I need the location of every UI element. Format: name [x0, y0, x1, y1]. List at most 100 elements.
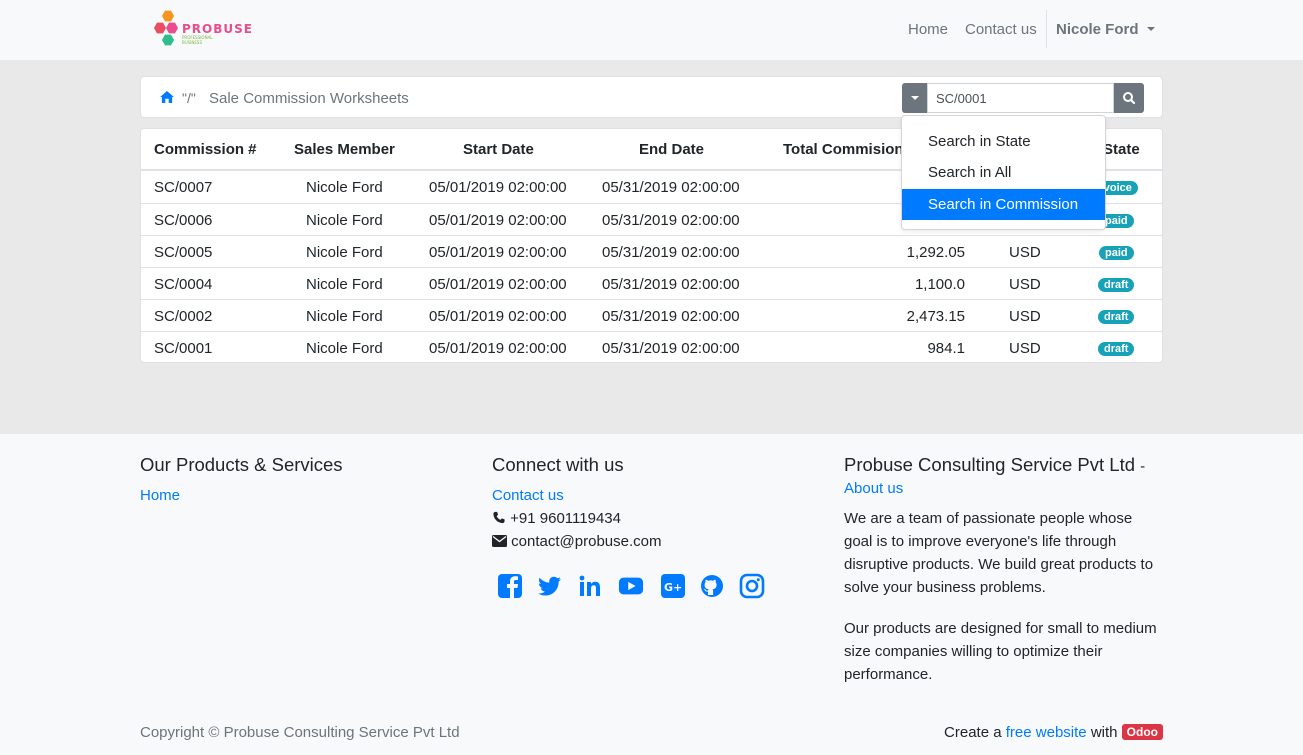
probuse-logo[interactable]: PROBUSE PROFESSIONAL BUSINESS: [152, 8, 252, 50]
create-website-credit: Create a free website with Odoo: [944, 724, 1163, 741]
start-date: 05/01/2019 02:00:00: [429, 308, 567, 325]
header-start-date: Start Date: [463, 141, 534, 158]
footer-email: contact@probuse.com: [492, 530, 661, 553]
odoo-badge[interactable]: Odoo: [1121, 724, 1163, 740]
svg-text:G+: G+: [664, 581, 682, 594]
header-state: State: [1103, 141, 1140, 158]
phone-number: +91 9601119434: [510, 510, 621, 527]
commission-link[interactable]: SC/0002: [154, 308, 212, 325]
search-options-toggle[interactable]: [902, 83, 927, 113]
menu-item-search-state[interactable]: Search in State: [902, 126, 1105, 157]
logo-hex-green: [162, 34, 174, 46]
footer-phone: +91 9601119434: [492, 507, 621, 530]
end-date: 05/31/2019 02:00:00: [602, 179, 740, 196]
start-date: 05/01/2019 02:00:00: [429, 244, 567, 261]
total-commission: 2,473.15: [906, 308, 965, 325]
start-date: 05/01/2019 02:00:00: [429, 340, 567, 357]
total-commission: 984.1: [927, 340, 965, 357]
breadcrumb-separator: "/": [182, 90, 196, 106]
total-commission: 1,292.05: [906, 244, 965, 261]
search-options-menu: Search in State Search in All Search in …: [901, 115, 1106, 230]
create-prefix: Create a: [944, 724, 1002, 741]
logo-hex-pink: [166, 22, 178, 34]
table-row: SC/0002 Nicole Ford 05/01/2019 02:00:00 …: [141, 299, 1162, 331]
commission-link[interactable]: SC/0001: [154, 340, 212, 357]
sales-member: Nicole Ford: [306, 244, 383, 261]
github-icon[interactable]: [699, 573, 725, 599]
start-date: 05/01/2019 02:00:00: [429, 179, 567, 196]
menu-item-search-all[interactable]: Search in All: [902, 157, 1105, 188]
commission-link[interactable]: SC/0006: [154, 212, 212, 229]
nav-home-link[interactable]: Home: [908, 21, 948, 38]
status-badge: draft: [1098, 278, 1135, 292]
instagram-icon[interactable]: [739, 573, 765, 599]
breadcrumb-bar: "/" Sale Commission Worksheets: [140, 76, 1163, 118]
copyright-text: Copyright © Probuse Consulting Service P…: [140, 724, 460, 741]
total-commission: 1,100.0: [914, 276, 965, 293]
sales-member: Nicole Ford: [306, 179, 383, 196]
header-end-date: End Date: [639, 141, 705, 158]
caret-down-icon: [911, 96, 919, 100]
menu-item-search-commission[interactable]: Search in Commission: [902, 189, 1105, 220]
search-icon: [1123, 92, 1136, 105]
free-website-link[interactable]: free website: [1006, 724, 1087, 741]
logo-tagline: PROFESSIONAL BUSINESS: [182, 35, 213, 45]
header-total-commission: Total Commision: [783, 141, 904, 158]
email-address: contact@probuse.com: [511, 533, 662, 550]
youtube-icon[interactable]: [618, 573, 644, 599]
status-badge: paid: [1099, 246, 1134, 260]
commission-link[interactable]: SC/0007: [154, 179, 212, 196]
user-menu-toggle[interactable]: Nicole Ford: [1056, 21, 1155, 38]
commission-link[interactable]: SC/0004: [154, 276, 212, 293]
table-row: SC/0005 Nicole Ford 05/01/2019 02:00:00 …: [141, 235, 1162, 267]
envelope-icon: [492, 535, 507, 547]
header-sales-member: Sales Member: [294, 141, 395, 158]
end-date: 05/31/2019 02:00:00: [602, 212, 740, 229]
end-date: 05/31/2019 02:00:00: [602, 308, 740, 325]
footer-about-title: Probuse Consulting Service Pvt Ltd: [844, 454, 1136, 475]
footer-contact-link[interactable]: Contact us: [492, 487, 564, 504]
sales-member: Nicole Ford: [306, 308, 383, 325]
logo-text: PROBUSE: [182, 22, 253, 36]
nav-contact-link[interactable]: Contact us: [965, 21, 1037, 38]
footer-about-paragraph-2: Our products are designed for small to m…: [844, 620, 1157, 683]
currency: USD: [1009, 276, 1041, 293]
end-date: 05/31/2019 02:00:00: [602, 244, 740, 261]
linkedin-icon[interactable]: [577, 573, 603, 599]
commission-link[interactable]: SC/0005: [154, 244, 212, 261]
sales-member: Nicole Ford: [306, 340, 383, 357]
currency: USD: [1009, 308, 1041, 325]
search-input[interactable]: [927, 83, 1114, 113]
sales-member: Nicole Ford: [306, 212, 383, 229]
google-plus-icon[interactable]: G+: [660, 573, 686, 599]
footer-home-link[interactable]: Home: [140, 487, 180, 504]
end-date: 05/31/2019 02:00:00: [602, 276, 740, 293]
user-name: Nicole Ford: [1056, 21, 1139, 38]
table-row: SC/0004 Nicole Ford 05/01/2019 02:00:00 …: [141, 267, 1162, 299]
footer-about-dash: -: [1140, 458, 1146, 475]
breadcrumb-current: Sale Commission Worksheets: [209, 90, 409, 107]
logo-hex-red: [154, 22, 166, 34]
home-icon[interactable]: [160, 91, 174, 103]
twitter-icon[interactable]: [537, 573, 563, 599]
phone-icon: [493, 511, 505, 524]
sales-member: Nicole Ford: [306, 276, 383, 293]
currency: USD: [1009, 340, 1041, 357]
currency: USD: [1009, 244, 1041, 261]
status-badge: draft: [1098, 342, 1135, 356]
header-commission: Commission #: [154, 141, 257, 158]
table-row: SC/0001 Nicole Ford 05/01/2019 02:00:00 …: [141, 331, 1162, 362]
footer-about-title-row: Probuse Consulting Service Pvt Ltd -: [844, 454, 1145, 476]
top-navbar: PROBUSE PROFESSIONAL BUSINESS Home Conta…: [0, 0, 1303, 60]
nav-divider: [1046, 10, 1047, 48]
facebook-icon[interactable]: [497, 573, 523, 599]
footer-products-title: Our Products & Services: [140, 454, 343, 475]
end-date: 05/31/2019 02:00:00: [602, 340, 740, 357]
search-button[interactable]: [1114, 83, 1144, 113]
logo-hex-orange: [162, 10, 174, 22]
create-mid: with: [1090, 724, 1118, 741]
footer-connect-title: Connect with us: [492, 454, 624, 475]
footer-about-link[interactable]: About us: [844, 480, 903, 497]
start-date: 05/01/2019 02:00:00: [429, 212, 567, 229]
status-badge: draft: [1098, 310, 1135, 324]
